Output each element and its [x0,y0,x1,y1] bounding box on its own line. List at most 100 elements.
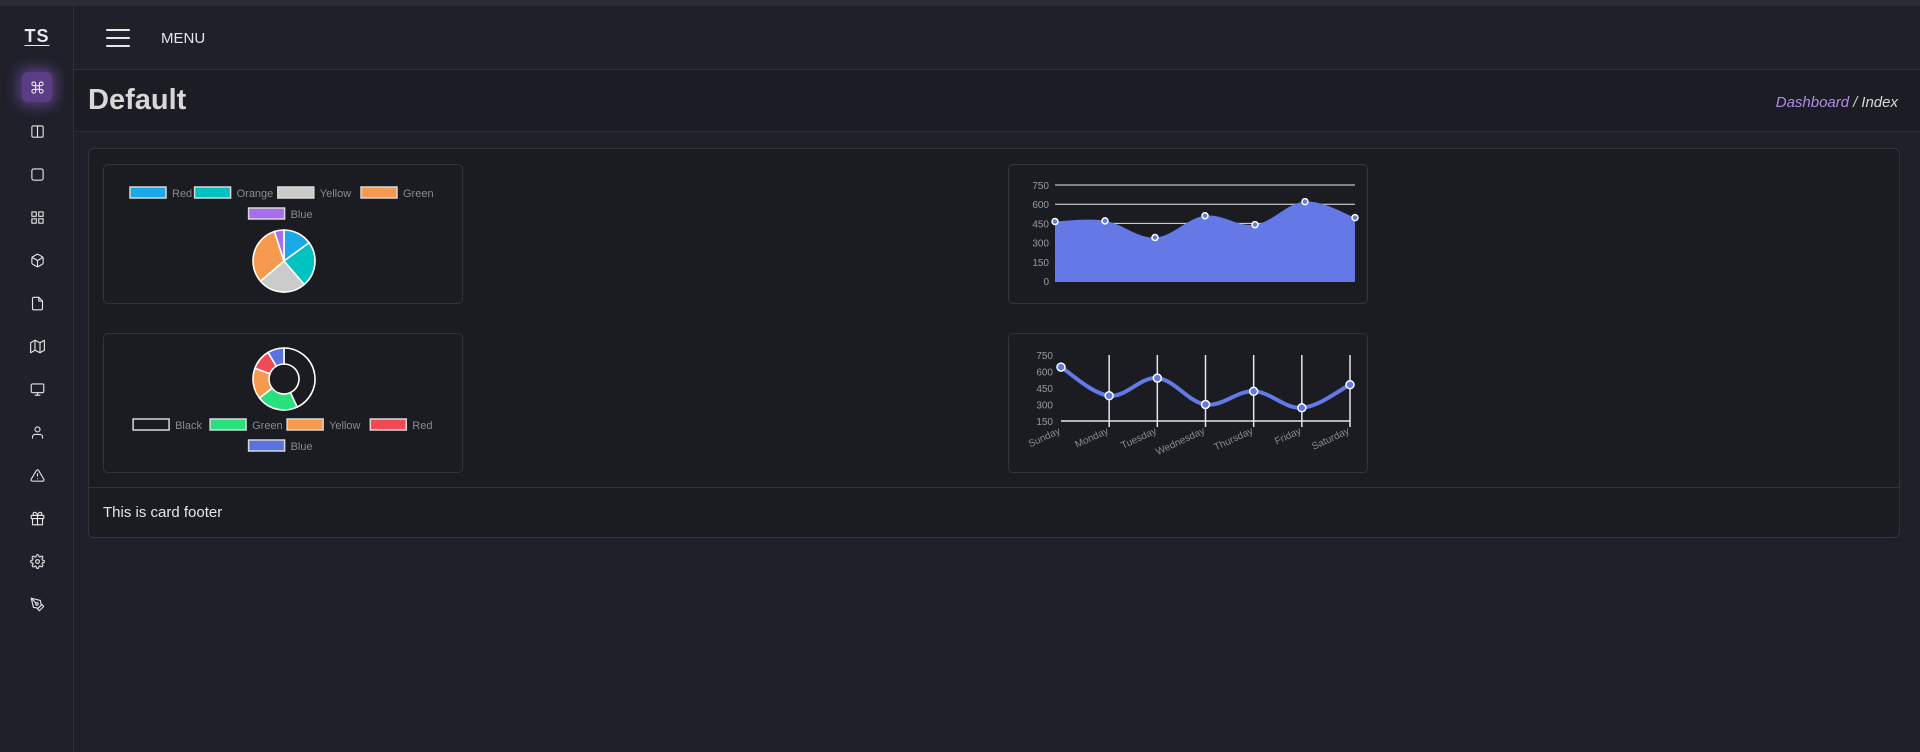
card-footer-text: This is card footer [103,504,223,521]
menu-toggle-button[interactable] [106,29,130,47]
x-tick-label-friday: Friday [1273,426,1303,448]
legend-label-blue: Blue [291,209,313,221]
legend-label-black: Black [175,420,202,432]
sidebar-item-display[interactable] [22,374,52,404]
data-point-friday [1301,197,1309,206]
legend-label-yellow: Yellow [320,188,351,200]
breadcrumb-current: Index [1861,94,1898,111]
x-tick-label-tuesday: Tuesday [1120,426,1159,452]
data-point-monday [1101,217,1109,225]
breadcrumb-separator: / [1853,94,1858,111]
legend-swatch-green [360,186,398,199]
box-icon [30,253,44,267]
legend-label-yellow: Yellow [329,420,360,432]
card-footer: This is card footer [89,487,1899,537]
sidebar-item-elements[interactable] [22,159,52,189]
x-tick-label-saturday: Saturday [1310,426,1351,453]
data-point-tuesday [1152,373,1163,383]
legend-swatch-black [132,418,170,431]
y-tick-label: 750 [1036,351,1053,362]
data-point-wednesday [1201,211,1209,220]
line-chart: 150 300 450 600 750 Sunday Monday TuesdayWednes… [1027,351,1355,458]
hamburger-icon [106,29,130,31]
legend-swatch-green [209,418,247,431]
x-tick-label-monday: Monday [1074,426,1111,451]
data-point-tuesday [1151,233,1159,242]
data-point-monday [1104,390,1114,401]
data-point-saturday [1345,379,1355,390]
legend-swatch-orange [193,186,232,199]
sidebar: TS [0,6,74,752]
pie-chart: Red Orange Yellow Green Blue [129,186,434,293]
legend-label-red: Red [412,420,432,432]
sidebar-item-settings[interactable] [22,546,52,576]
sidebar-item-dashboard[interactable] [22,72,52,102]
gift-icon [30,511,44,525]
y-tick-label: 750 [1032,181,1049,192]
y-tick-label: 600 [1032,200,1049,211]
sidebar-item-layouts[interactable] [22,116,52,146]
command-icon [30,80,44,94]
legend-swatch-red [369,418,408,431]
legend-label-blue: Blue [291,441,313,453]
sidebar-item-users[interactable] [22,417,52,447]
sidebar-item-alerts[interactable] [22,460,52,490]
legend-swatch-yellow [286,418,324,431]
data-point-sunday [1051,217,1059,226]
hamburger-icon-line [106,37,130,39]
y-tick-label: 0 [1043,277,1049,288]
monitor-icon [30,382,44,396]
hamburger-icon-line [106,45,130,47]
x-tick-label-sunday: Sunday [1027,426,1062,450]
grid-icon [30,210,44,224]
line-chart-card: 150 300 450 600 750 Sunday Monday Tuesday Wednes… [1008,333,1368,473]
legend-label-red: Red [172,188,192,200]
columns-icon [30,124,44,138]
data-point-friday [1297,403,1307,413]
area-chart: 0 150 300 450 600 750 [1032,181,1359,288]
alert-triangle-icon [29,468,45,482]
data-point-wednesday [1200,399,1211,410]
data-point-thursday [1248,386,1259,397]
data-point-saturday [1351,213,1359,222]
y-tick-label: 600 [1036,368,1053,379]
y-tick-label: 300 [1036,401,1053,412]
page-header: Default Dashboard / Index [74,70,1920,132]
page-title: Default [88,84,187,116]
legend-swatch-red [129,186,167,199]
topbar: MENU [74,6,1920,70]
y-tick-label: 150 [1032,258,1049,269]
area-chart-card: 0 150 300 450 600 750 [1008,164,1368,304]
legend-label-green: Green [252,420,283,432]
legend-label-green: Green [403,188,434,200]
pen-tool-icon [30,597,44,611]
menu-label[interactable]: MENU [161,30,205,47]
legend-swatch-blue [247,207,286,220]
breadcrumb: Dashboard / Index [1776,94,1898,111]
legend-swatch-yellow [277,186,315,199]
file-icon [31,296,43,310]
settings-icon [29,553,45,569]
data-point-thursday [1251,220,1259,229]
sidebar-item-gifts[interactable] [22,503,52,533]
x-tick-label-thursday: Thursday [1213,426,1255,454]
legend-label-orange: Orange [237,188,274,200]
main-card: Red Orange Yellow Green Blue 0 150 300 450 600 75… [88,148,1900,538]
sidebar-item-pages[interactable] [22,288,52,318]
x-tick-label-wednesday: Wednesday [1154,426,1206,458]
user-icon [31,425,43,439]
breadcrumb-link-dashboard[interactable]: Dashboard [1776,94,1849,111]
doughnut-chart-card: Black Green Yellow Red Blue [103,333,463,473]
legend-swatch-blue [247,439,286,452]
sidebar-item-maps[interactable] [22,331,52,361]
sidebar-item-editor[interactable] [22,589,52,619]
data-point-sunday [1056,362,1066,372]
y-tick-label: 300 [1032,239,1049,250]
pie-chart-card: Red Orange Yellow Green Blue [103,164,463,304]
sidebar-item-components[interactable] [22,245,52,275]
square-icon [30,167,44,181]
app-logo[interactable]: TS [0,26,74,47]
doughnut-chart: Black Green Yellow Red Blue [132,347,432,453]
sidebar-item-widgets[interactable] [22,202,52,232]
map-icon [29,339,45,353]
